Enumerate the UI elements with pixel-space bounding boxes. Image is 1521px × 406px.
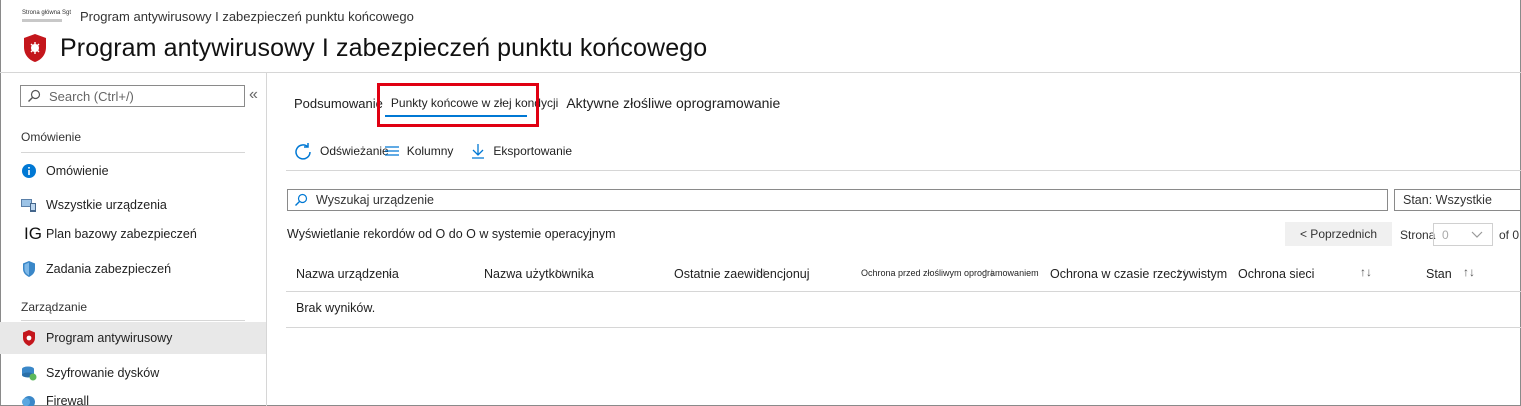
column-header-malware-protection[interactable]: Ochrona przed złośliwym oprogramowaniem <box>861 268 1039 278</box>
sidebar-item-label: Wszystkie urządzenia <box>46 198 167 212</box>
sort-icon[interactable]: ↑↓ <box>554 265 566 279</box>
page-select[interactable]: 0 <box>1433 223 1493 246</box>
columns-icon <box>384 146 399 156</box>
sidebar-item-security-tasks[interactable]: Zadania zabezpieczeń <box>0 253 266 285</box>
sidebar-item-label: Zadania zabezpieczeń <box>46 262 172 276</box>
collapse-sidebar-icon[interactable]: « <box>249 86 258 104</box>
tab-bar: Podsumowanie Punkty końcowe w złej kondy… <box>294 90 790 116</box>
column-header-last-check-in[interactable]: Ostatnie zaewidencjonuj <box>674 267 810 281</box>
download-icon <box>472 144 485 159</box>
breadcrumb-home-link[interactable]: Strona główna Sgt <box>22 10 72 22</box>
columns-button[interactable]: Kolumny <box>384 144 454 158</box>
sidebar-item-label: Program antywirusowy <box>46 331 173 345</box>
page-label: Strona <box>1400 228 1436 242</box>
toolbar: Odświeżanie Kolumny Eksportowanie <box>294 140 590 162</box>
sidebar-item-security-baseline[interactable]: IG Plan bazowy zabezpieczeń <box>0 218 266 250</box>
security-shield-icon <box>20 260 38 278</box>
refresh-icon <box>295 143 311 160</box>
column-header-device-name[interactable]: Nazwa urządzenia <box>296 267 399 281</box>
page-title: Program antywirusowy I zabezpieczeń punk… <box>60 33 708 62</box>
column-header-user-name[interactable]: Nazwa użytkownika <box>484 267 594 281</box>
sidebar-search-placeholder: Search (Ctrl+/) <box>49 88 134 104</box>
empty-table-message: Brak wyników. <box>296 301 376 315</box>
section-divider <box>21 320 245 321</box>
section-label-manage: Zarządzanie <box>21 300 88 314</box>
previous-page-label: < Poprzednich <box>1299 227 1378 241</box>
sidebar-item-all-devices[interactable]: Wszystkie urządzenia <box>0 189 266 221</box>
sidebar-item-label: Firewall <box>46 394 90 406</box>
firewall-icon <box>20 392 38 406</box>
search-icon <box>28 89 41 102</box>
info-icon <box>20 162 38 180</box>
disk-encryption-icon <box>20 364 38 382</box>
export-button[interactable]: Eksportowanie <box>471 143 572 159</box>
breadcrumb: Strona główna Sgt Program antywirusowy I… <box>22 6 414 26</box>
breadcrumb-current: Program antywirusowy I zabezpieczeń punk… <box>80 8 414 24</box>
page-count: of 0 <box>1499 228 1520 242</box>
tab-summary[interactable]: Podsumowanie <box>294 96 383 111</box>
page-select-value: 0 <box>1442 227 1449 242</box>
previous-page-button[interactable]: < Poprzednich <box>1285 222 1392 246</box>
sidebar-item-antivirus[interactable]: Program antywirusowy <box>0 322 266 354</box>
sidebar-item-label: Omówienie <box>46 164 109 178</box>
column-header-realtime-protection[interactable]: Ochrona w czasie rzeczywistym <box>1050 267 1227 281</box>
sidebar-item-label: Szyfrowanie dysków <box>46 366 160 380</box>
sort-icon[interactable]: ↑↓ <box>755 265 767 279</box>
page-header: Program antywirusowy I zabezpieczeń punk… <box>22 33 707 63</box>
search-icon <box>295 193 308 206</box>
sort-icon[interactable]: ↑↓ <box>1463 265 1475 279</box>
selected-tab-underline <box>385 115 527 117</box>
device-search-placeholder: Wyszukaj urządzenie <box>316 193 434 207</box>
sort-icon[interactable]: ↓ <box>387 265 393 279</box>
sort-icon[interactable]: ↑↓ <box>1176 265 1188 279</box>
column-header-status[interactable]: Stan <box>1426 267 1452 281</box>
refresh-button[interactable]: Odświeżanie <box>294 142 389 160</box>
refresh-label: Odświeżanie <box>320 144 389 158</box>
devices-icon <box>20 196 38 214</box>
export-label: Eksportowanie <box>493 144 573 158</box>
sidebar-item-firewall[interactable]: Firewall <box>0 385 266 406</box>
toolbar-divider <box>286 170 1521 171</box>
status-filter-dropdown[interactable]: Stan: Wszystkie <box>1394 189 1521 211</box>
device-search-input[interactable]: Wyszukaj urządzenie <box>287 189 1388 211</box>
records-summary: Wyświetlanie rekordów od O do O w system… <box>287 227 616 241</box>
shield-bug-icon <box>22 33 48 63</box>
section-label-overview: Omówienie <box>21 130 82 144</box>
status-filter-value: Stan: Wszystkie <box>1403 193 1492 207</box>
sidebar: Search (Ctrl+/) « Omówienie Omówienie Ws… <box>0 73 267 406</box>
sort-icon[interactable]: ↑↓ <box>1360 265 1372 279</box>
table-body-divider <box>286 327 1521 328</box>
sidebar-item-label: Plan bazowy zabezpieczeń <box>46 227 197 241</box>
ig-text-icon: IG <box>24 224 42 243</box>
columns-label: Kolumny <box>406 144 454 158</box>
tab-active-malware[interactable]: Aktywne złośliwe oprogramowanie <box>566 95 780 111</box>
sidebar-item-overview[interactable]: Omówienie <box>0 155 266 187</box>
table-header: Nazwa urządzenia ↓ Nazwa użytkownika ↑↓ … <box>286 258 1521 292</box>
antivirus-shield-icon <box>20 329 38 347</box>
selected-tab-highlight <box>377 83 539 127</box>
section-divider <box>21 152 245 153</box>
chevron-down-icon <box>1470 227 1484 244</box>
sort-icon[interactable]: ↑↓ <box>983 265 995 279</box>
column-header-network-protection[interactable]: Ochrona sieci <box>1238 267 1314 281</box>
sidebar-search-input[interactable]: Search (Ctrl+/) <box>20 85 245 107</box>
